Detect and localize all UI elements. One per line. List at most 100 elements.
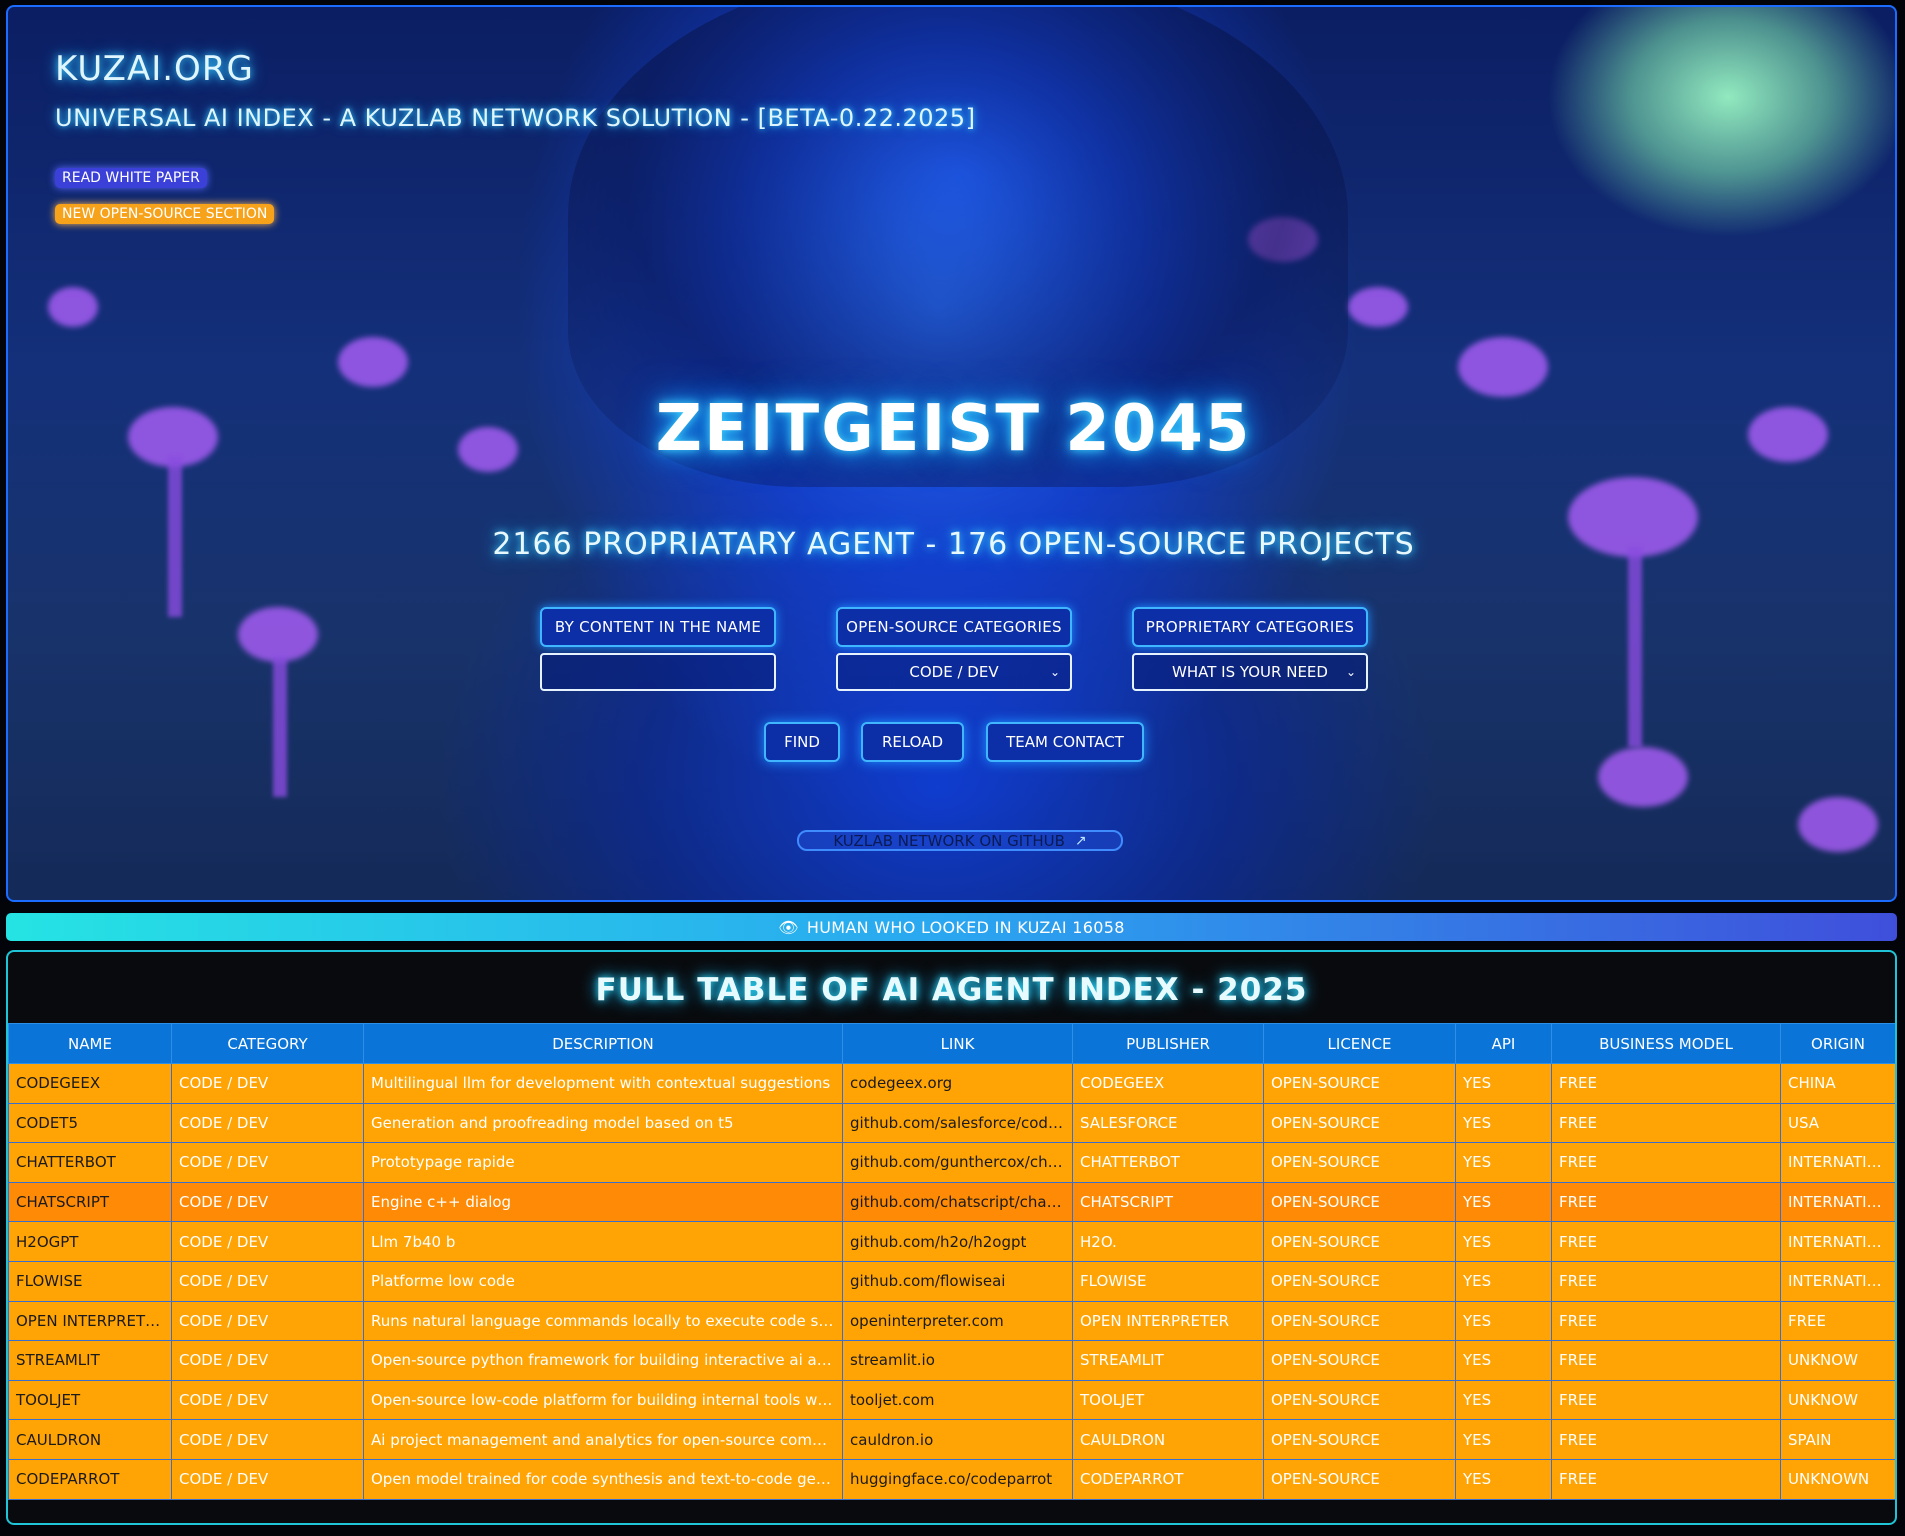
cell-link[interactable]: huggingface.co/codeparrot xyxy=(842,1458,1073,1500)
name-search-input[interactable] xyxy=(540,653,776,691)
column-header-description[interactable]: DESCRIPTION xyxy=(363,1023,843,1064)
cell-description: Runs natural language commands locally t… xyxy=(363,1300,843,1342)
github-link-label: KUZLAB NETWORK ON GITHUB xyxy=(833,831,1065,850)
visitor-counter-text: HUMAN WHO LOOKED IN KUZAI 16058 xyxy=(806,917,1125,937)
cell-link[interactable]: cauldron.io xyxy=(842,1419,1073,1460)
column-header-publisher[interactable]: PUBLISHER xyxy=(1072,1023,1264,1064)
cell-description: Open-source python framework for buildin… xyxy=(363,1340,843,1381)
open-source-category-select[interactable]: CODE / DEV ⌄ xyxy=(836,653,1072,691)
find-button[interactable]: FIND xyxy=(764,722,840,762)
cell-origin: INTERNATIONAL xyxy=(1780,1142,1895,1183)
cell-origin: INTERNATIONAL xyxy=(1780,1260,1895,1302)
cell-publisher: CHATTERBOT xyxy=(1072,1142,1264,1183)
cell-licence: OPEN-SOURCE xyxy=(1263,1340,1456,1381)
chevron-down-icon: ⌄ xyxy=(1345,665,1356,679)
flower-decoration xyxy=(1798,797,1878,852)
site-brand[interactable]: KUZAI.ORG xyxy=(55,49,254,89)
cell-business-model: FREE xyxy=(1551,1221,1781,1262)
cell-name: CHATSCRIPT xyxy=(8,1181,172,1223)
cell-category: CODE / DEV xyxy=(171,1102,364,1144)
column-header-business-model[interactable]: BUSINESS MODEL xyxy=(1551,1023,1781,1064)
column-header-category[interactable]: CATEGORY xyxy=(171,1023,364,1064)
cell-description: Open model trained for code synthesis an… xyxy=(363,1458,843,1500)
cell-link[interactable]: tooljet.com xyxy=(842,1379,1073,1421)
cell-api: YES xyxy=(1455,1419,1552,1460)
cell-category: CODE / DEV xyxy=(171,1063,364,1104)
table-row[interactable]: CHATTERBOT CODE / DEV Prototypage rapide gi… xyxy=(8,1142,1895,1183)
table-row[interactable]: CODEPARROT CODE / DEV Open model trained f… xyxy=(8,1458,1895,1500)
cell-link[interactable]: github.com/chatscript/chatscript xyxy=(842,1181,1073,1223)
cell-link[interactable]: openinterpreter.com xyxy=(842,1300,1073,1342)
cell-description: Platforme low code xyxy=(363,1260,843,1302)
cell-api: YES xyxy=(1455,1102,1552,1144)
visitor-counter-bar: 👁 HUMAN WHO LOOKED IN KUZAI 16058 xyxy=(6,913,1897,941)
cell-licence: OPEN-SOURCE xyxy=(1263,1142,1456,1183)
cell-category: CODE / DEV xyxy=(171,1419,364,1460)
column-header-name[interactable]: NAME xyxy=(8,1023,172,1064)
column-header-origin[interactable]: ORIGIN xyxy=(1780,1023,1895,1064)
flower-decoration xyxy=(238,607,318,662)
table-header-row: NAME CATEGORY DESCRIPTION LINK PUBLISHER… xyxy=(8,1023,1895,1064)
cell-category: CODE / DEV xyxy=(171,1379,364,1421)
agent-table-section: FULL TABLE OF AI AGENT INDEX - 2025 NAME… xyxy=(6,950,1897,1525)
table-row[interactable]: TOOLJET CODE / DEV Open-source low-code pl… xyxy=(8,1379,1895,1421)
table-row[interactable]: STREAMLIT CODE / DEV Open-source python fr… xyxy=(8,1340,1895,1381)
cell-link[interactable]: streamlit.io xyxy=(842,1340,1073,1381)
cell-publisher: FLOWISE xyxy=(1072,1260,1264,1302)
column-header-link[interactable]: LINK xyxy=(842,1023,1073,1064)
chevron-down-icon: ⌄ xyxy=(1049,665,1060,679)
table-row[interactable]: H2OGPT CODE / DEV Llm 7b40 b github.com/h2o… xyxy=(8,1221,1895,1262)
cell-description: Engine c++ dialog xyxy=(363,1181,843,1223)
flower-decoration xyxy=(48,287,98,327)
cell-description: Generation and proofreading model based … xyxy=(363,1102,843,1144)
white-paper-link[interactable]: READ WHITE PAPER xyxy=(55,168,207,188)
proprietary-category-select[interactable]: WHAT IS YOUR NEED ⌄ xyxy=(1132,653,1368,691)
cell-api: YES xyxy=(1455,1181,1552,1223)
cell-link[interactable]: github.com/gunthercox/chatterbot xyxy=(842,1142,1073,1183)
table-row[interactable]: FLOWISE CODE / DEV Platforme low code githu… xyxy=(8,1260,1895,1302)
cell-description: Ai project management and analytics for … xyxy=(363,1419,843,1460)
external-link-icon: ↗ xyxy=(1074,832,1087,849)
project-counts: 2166 PROPRIATARY AGENT - 176 OPEN-SOURCE… xyxy=(492,527,1415,562)
hero-banner: KUZAI.ORG UNIVERSAL AI INDEX - A KUZLAB … xyxy=(6,5,1897,902)
cell-publisher: SALESFORCE xyxy=(1072,1102,1264,1144)
table-row[interactable]: CAULDRON CODE / DEV Ai project management … xyxy=(8,1419,1895,1460)
cell-origin: INTERNATIONAL xyxy=(1780,1221,1895,1262)
cell-category: CODE / DEV xyxy=(171,1458,364,1500)
cell-api: YES xyxy=(1455,1221,1552,1262)
cell-name: OPEN INTERPRETER xyxy=(8,1300,172,1342)
flower-decoration xyxy=(1348,287,1408,327)
cell-licence: OPEN-SOURCE xyxy=(1263,1260,1456,1302)
cell-link[interactable]: github.com/flowiseai xyxy=(842,1260,1073,1302)
cell-business-model: FREE xyxy=(1551,1102,1781,1144)
open-source-section-badge[interactable]: NEW OPEN-SOURCE SECTION xyxy=(55,204,275,224)
table-row[interactable]: CHATSCRIPT CODE / DEV Engine c++ dialog git… xyxy=(8,1181,1895,1223)
cell-origin: UNKNOW xyxy=(1780,1340,1895,1381)
table-row[interactable]: CODET5 CODE / DEV Generation and proofread… xyxy=(8,1102,1895,1144)
flower-decoration xyxy=(1628,547,1642,747)
table-row[interactable]: CODEGEEX CODE / DEV Multilingual llm for d… xyxy=(8,1063,1895,1104)
cell-api: YES xyxy=(1455,1260,1552,1302)
table-row[interactable]: OPEN INTERPRETER CODE / DEV Runs natural l… xyxy=(8,1300,1895,1342)
team-contact-button[interactable]: TEAM CONTACT xyxy=(986,722,1144,762)
eye-icon: 👁 xyxy=(778,917,799,937)
cell-name: CAULDRON xyxy=(8,1419,172,1460)
column-header-api[interactable]: API xyxy=(1455,1023,1552,1064)
flower-decoration xyxy=(1458,337,1548,397)
column-header-licence[interactable]: LICENCE xyxy=(1263,1023,1456,1064)
cell-business-model: FREE xyxy=(1551,1300,1781,1342)
cell-origin: SPAIN xyxy=(1780,1419,1895,1460)
cell-business-model: FREE xyxy=(1551,1340,1781,1381)
cell-api: YES xyxy=(1455,1458,1552,1500)
cell-business-model: FREE xyxy=(1551,1260,1781,1302)
cell-name: STREAMLIT xyxy=(8,1340,172,1381)
cell-name: CODET5 xyxy=(8,1102,172,1144)
cell-link[interactable]: github.com/salesforce/codet5 xyxy=(842,1102,1073,1144)
cell-category: CODE / DEV xyxy=(171,1181,364,1223)
cell-link[interactable]: github.com/h2o/h2ogpt xyxy=(842,1221,1073,1262)
cell-business-model: FREE xyxy=(1551,1419,1781,1460)
github-link[interactable]: KUZLAB NETWORK ON GITHUB ↗ xyxy=(797,830,1123,851)
cell-link[interactable]: codegeex.org xyxy=(842,1063,1073,1104)
proprietary-category-value: WHAT IS YOUR NEED xyxy=(1172,663,1328,681)
reload-button[interactable]: RELOAD xyxy=(861,722,964,762)
